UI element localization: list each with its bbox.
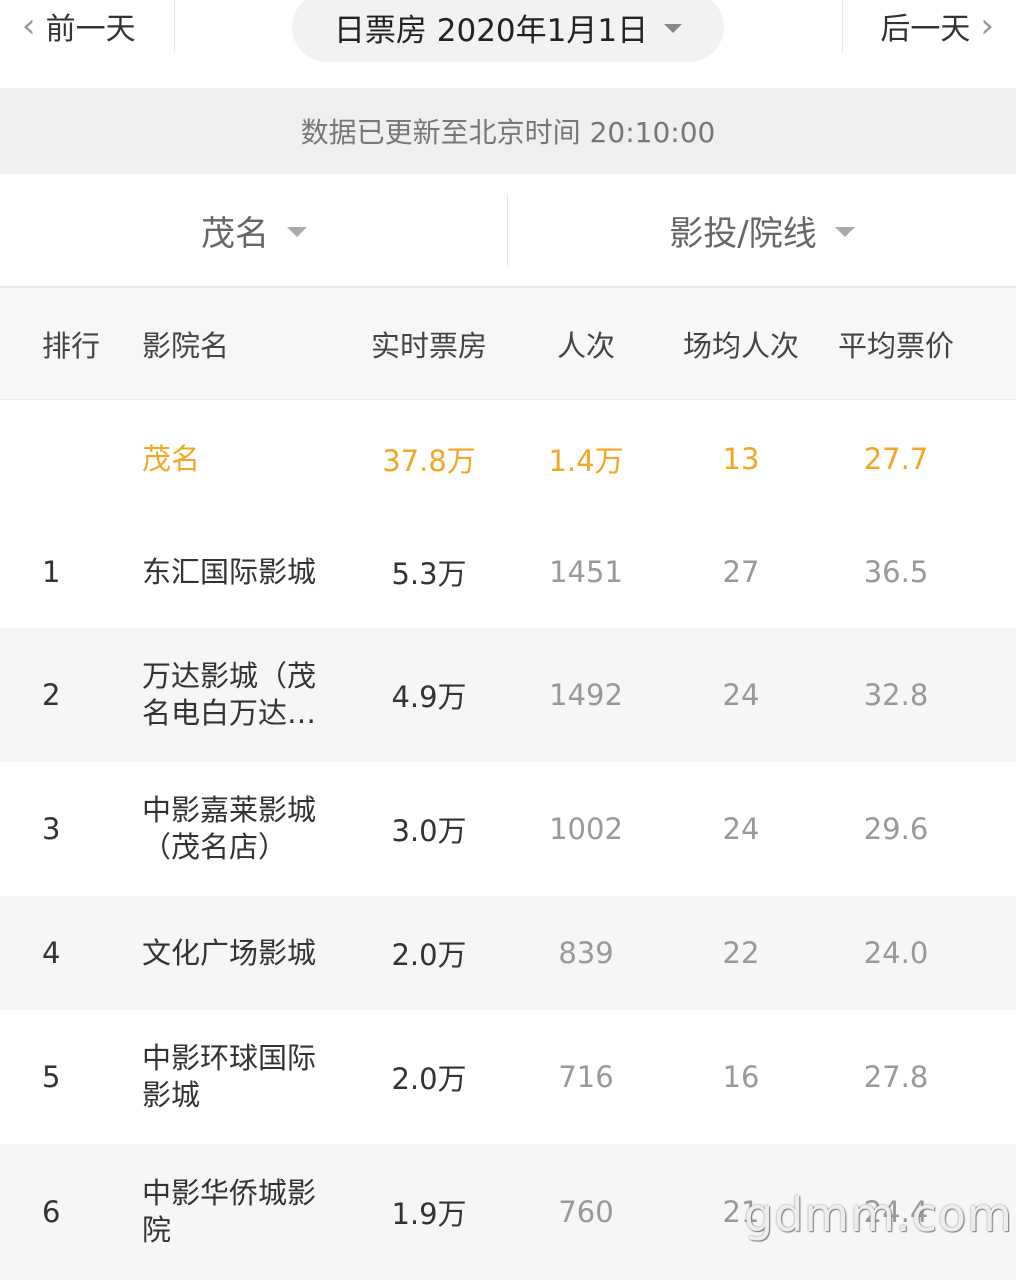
- cinema-name: 中影华侨城影院: [142, 1144, 342, 1280]
- cinema-name: 万达影城（茂 名电白万达…: [142, 628, 342, 762]
- caret-down-icon: [834, 227, 855, 237]
- caret-down-icon: [664, 23, 683, 33]
- chevron-right-icon: ›: [980, 6, 994, 46]
- table-row[interactable]: 3 中影嘉莱影城 （茂名店） 3.0万 1002 24 29.6: [0, 762, 1016, 896]
- rank: 3: [42, 812, 61, 846]
- column-header-rank: 排行: [42, 329, 101, 363]
- table-row[interactable]: 2 万达影城（茂 名电白万达… 4.9万 1492 24 32.8: [0, 628, 1016, 762]
- table-row[interactable]: 1 东汇国际影城 5.3万 1451 27 36.5: [0, 516, 1016, 628]
- column-header-avg-per-show[interactable]: 场均人次: [664, 288, 818, 400]
- summary-avg-price: 27.7: [863, 442, 929, 476]
- cinema-name: 中影嘉莱影城 （茂名店）: [142, 762, 342, 896]
- column-header-box-office[interactable]: 实时票房: [350, 288, 508, 400]
- filter-bar: 茂名 影投/院线: [0, 174, 1016, 288]
- date-selector[interactable]: 日票房 2020年1月1日: [292, 0, 724, 62]
- date-navigation-bar: ‹ 前一天 日票房 2020年1月1日 后一天 ›: [0, 0, 1016, 88]
- cinema-name-line: 院: [142, 1213, 172, 1247]
- attendance: 760: [558, 1195, 614, 1229]
- avg-price: 27.8: [863, 1060, 929, 1094]
- divider: [174, 0, 175, 52]
- cinema-name-line: 东汇国际影城: [142, 554, 317, 589]
- column-header-cinema-name: 影院名: [142, 329, 230, 363]
- divider: [842, 0, 843, 52]
- avg-per-show: 24: [722, 812, 760, 846]
- city-filter[interactable]: 茂名: [0, 174, 508, 286]
- cinema-name: 文化广场影城: [142, 896, 342, 1010]
- cinema-name-line: 影城: [142, 1078, 201, 1112]
- attendance: 716: [558, 1060, 614, 1094]
- rank: 4: [42, 936, 61, 970]
- box-office: 1.9万: [391, 1197, 467, 1231]
- cinema-name-line: 万达影城（茂: [142, 659, 317, 693]
- previous-day-button[interactable]: ‹ 前一天: [22, 0, 136, 52]
- cinema-name: 东汇国际影城: [142, 516, 342, 628]
- box-office: 5.3万: [391, 557, 467, 591]
- avg-per-show: 22: [722, 936, 760, 970]
- avg-per-show: 27: [722, 555, 760, 589]
- city-filter-label: 茂名: [201, 213, 269, 254]
- box-office: 2.0万: [391, 1062, 467, 1096]
- watermark: gdmm.com: [744, 1188, 1013, 1242]
- cinema-name-line: 中影华侨城影: [142, 1176, 317, 1210]
- avg-price: 29.6: [863, 812, 929, 846]
- previous-day-label: 前一天: [45, 12, 136, 47]
- column-header-avg-price[interactable]: 平均票价: [818, 288, 974, 400]
- next-day-label: 后一天: [880, 12, 971, 47]
- attendance: 1002: [549, 812, 623, 846]
- box-office: 2.0万: [391, 938, 467, 972]
- table-header: 排行 影院名 实时票房 人次 场均人次 平均票价: [0, 288, 1016, 400]
- rank: 6: [42, 1195, 61, 1229]
- attendance: 1492: [549, 678, 623, 712]
- avg-price: 24.0: [863, 936, 929, 970]
- summary-row: 茂名 37.8万 1.4万 13 27.7: [0, 402, 1016, 516]
- cinema-group-filter[interactable]: 影投/院线: [508, 174, 1016, 286]
- cinema-name-line: 名电白万达…: [142, 696, 317, 730]
- column-header-attendance[interactable]: 人次: [508, 288, 664, 400]
- next-day-button[interactable]: 后一天 ›: [880, 0, 994, 52]
- table-row[interactable]: 5 中影环球国际 影城 2.0万 716 16 27.8: [0, 1010, 1016, 1144]
- summary-avg-per-show: 13: [722, 442, 760, 476]
- attendance: 839: [558, 936, 614, 970]
- summary-city-name: 茂名: [142, 441, 201, 476]
- cinema-name-line: （茂名店）: [142, 830, 288, 864]
- box-office: 3.0万: [391, 814, 467, 848]
- cinema-name: 中影环球国际 影城: [142, 1010, 342, 1144]
- summary-box-office: 37.8万: [382, 444, 476, 478]
- attendance: 1451: [549, 555, 623, 589]
- cinema-group-filter-label: 影投/院线: [669, 213, 817, 254]
- update-notice: 数据已更新至北京时间 20:10:00: [0, 88, 1016, 174]
- cinema-name-line: 中影环球国际: [142, 1041, 317, 1075]
- rank: 2: [42, 678, 61, 712]
- cinema-name-line: 中影嘉莱影城: [142, 793, 317, 827]
- caret-down-icon: [287, 227, 307, 237]
- summary-attendance: 1.4万: [548, 444, 624, 478]
- chevron-left-icon: ‹: [22, 6, 36, 46]
- cinema-name-line: 文化广场影城: [142, 935, 317, 970]
- avg-per-show: 16: [722, 1060, 760, 1094]
- avg-per-show: 24: [722, 678, 760, 712]
- date-label: 日票房 2020年1月1日: [333, 12, 649, 49]
- rank: 1: [42, 555, 61, 589]
- avg-price: 36.5: [863, 555, 929, 589]
- avg-price: 32.8: [863, 678, 929, 712]
- rank: 5: [42, 1060, 61, 1094]
- box-office: 4.9万: [391, 680, 467, 714]
- table-row[interactable]: 4 文化广场影城 2.0万 839 22 24.0: [0, 896, 1016, 1010]
